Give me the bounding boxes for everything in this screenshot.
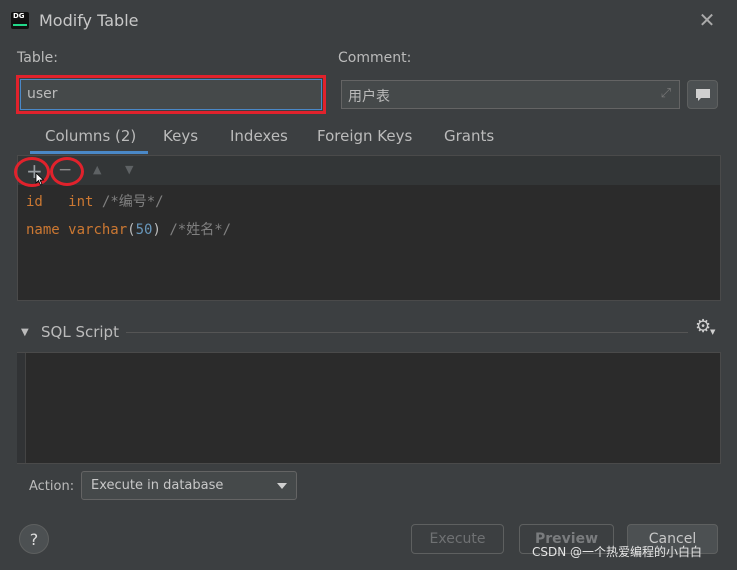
column-type: varchar xyxy=(68,222,128,238)
column-row[interactable]: name varchar(50) /*姓名*/ xyxy=(26,219,231,239)
dropdown-arrow-icon xyxy=(277,483,287,489)
table-label: Table: xyxy=(17,50,58,66)
column-name: name xyxy=(26,222,60,238)
table-name-input[interactable]: user xyxy=(20,79,322,110)
section-divider xyxy=(126,332,688,333)
comment-text: 用户表 xyxy=(348,89,390,105)
selected-tab-indicator xyxy=(30,151,148,154)
watermark: CSDN @一个热爱编程的小白白 xyxy=(532,545,703,559)
chevron-down-icon: ▼ xyxy=(710,328,716,336)
expand-icon[interactable]: ⤢ xyxy=(661,86,671,101)
column-name: id xyxy=(26,194,43,210)
action-dropdown[interactable]: Execute in database xyxy=(81,471,297,500)
tab-columns[interactable]: Columns (2) xyxy=(45,127,136,145)
column-comment: /*编号*/ xyxy=(101,194,164,210)
execute-button[interactable]: Execute xyxy=(411,524,504,554)
column-comment: /*姓名*/ xyxy=(169,222,232,238)
move-down-icon[interactable]: ▼ xyxy=(125,163,133,176)
sql-script-header[interactable]: SQL Script xyxy=(41,323,119,341)
help-button[interactable]: ? xyxy=(19,524,49,554)
tab-keys[interactable]: Keys xyxy=(163,127,198,145)
datagrip-app-icon: DG xyxy=(11,12,29,29)
column-type: int xyxy=(68,194,94,210)
column-size: 50 xyxy=(135,222,153,238)
title-bar: DG Modify Table ✕ xyxy=(0,0,737,42)
speech-bubble-icon xyxy=(696,89,710,101)
columns-toolbar xyxy=(18,156,720,185)
action-label: Action: xyxy=(29,479,75,494)
tab-grants[interactable]: Grants xyxy=(444,127,494,145)
move-up-icon[interactable]: ▲ xyxy=(93,163,101,176)
gear-icon[interactable]: ⚙ xyxy=(695,316,711,337)
editor-gutter xyxy=(17,353,26,463)
close-icon[interactable]: ✕ xyxy=(695,8,719,32)
action-selected-value: Execute in database xyxy=(91,478,224,493)
window-title: Modify Table xyxy=(39,11,139,30)
collapse-arrow-icon[interactable]: ▼ xyxy=(21,327,29,338)
sql-script-editor[interactable] xyxy=(17,352,721,464)
remove-highlight-circle xyxy=(50,157,84,186)
comment-label: Comment: xyxy=(338,50,412,66)
column-row[interactable]: id int /*编号*/ xyxy=(26,191,164,211)
comment-input[interactable]: 用户表 ⤢ xyxy=(341,80,680,109)
tab-foreign-keys[interactable]: Foreign Keys xyxy=(317,127,412,145)
comment-editor-button[interactable] xyxy=(687,80,718,109)
mouse-cursor-icon xyxy=(35,172,45,186)
tab-indexes[interactable]: Indexes xyxy=(230,127,288,145)
